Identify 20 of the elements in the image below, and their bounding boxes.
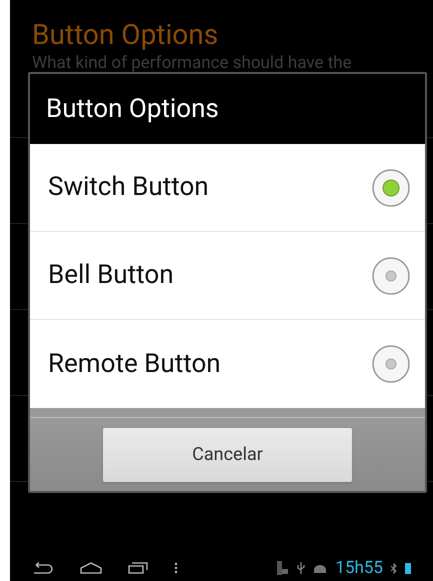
sd-card-icon — [277, 561, 290, 575]
dialog-title: Button Options — [46, 92, 219, 126]
screen-subtitle: What kind of performance should have the — [32, 52, 353, 74]
menu-icon[interactable] — [174, 562, 178, 574]
radio-button[interactable] — [371, 344, 411, 384]
recent-apps-icon[interactable] — [128, 562, 148, 574]
usb-icon — [297, 562, 306, 574]
radio-button[interactable] — [371, 256, 411, 296]
bluetooth-icon — [391, 562, 397, 574]
back-icon[interactable] — [32, 562, 54, 574]
option-row[interactable]: Remote Button — [30, 320, 425, 408]
radio-button[interactable] — [371, 168, 411, 208]
battery-icon — [405, 562, 411, 574]
cancel-button[interactable]: Cancelar — [103, 428, 352, 482]
option-row[interactable]: Bell Button — [30, 232, 425, 320]
option-row[interactable]: Switch Button — [30, 144, 425, 232]
screen-title: Button Options — [32, 18, 220, 52]
android-icon — [313, 564, 328, 572]
clock-time: 15h55 — [335, 558, 383, 578]
home-icon[interactable] — [80, 562, 102, 574]
